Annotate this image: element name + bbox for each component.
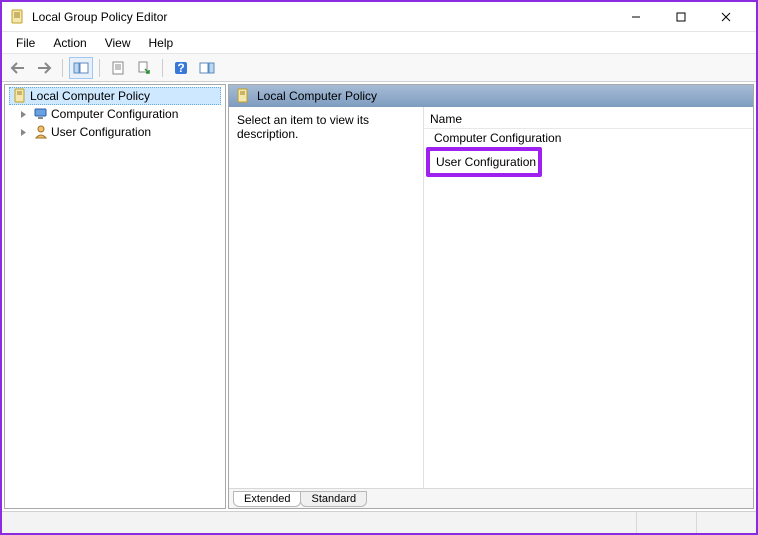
svg-text:?: ? — [177, 61, 184, 75]
toolbar-separator — [62, 59, 63, 77]
window-title: Local Group Policy Editor — [32, 10, 167, 24]
title-bar: Local Group Policy Editor — [2, 2, 756, 32]
user-icon — [33, 124, 49, 140]
tree-node-label: User Configuration — [51, 125, 151, 139]
window-controls — [613, 3, 748, 31]
app-icon — [10, 9, 26, 25]
menu-bar: File Action View Help — [2, 32, 756, 54]
expand-icon[interactable] — [19, 128, 31, 137]
forward-button[interactable] — [32, 57, 56, 79]
app-window: Local Group Policy Editor File Action Vi… — [0, 0, 758, 535]
annotation-highlight: User Configuration — [426, 147, 542, 177]
list-header[interactable]: Name — [424, 109, 753, 129]
toolbar-separator — [162, 59, 163, 77]
properties-button[interactable] — [106, 57, 130, 79]
console-tree[interactable]: Local Computer Policy Computer Configura… — [4, 84, 226, 509]
list-item-user-configuration[interactable]: User Configuration — [432, 153, 536, 171]
minimize-button[interactable] — [613, 3, 658, 31]
back-button[interactable] — [6, 57, 30, 79]
expand-icon[interactable] — [19, 110, 31, 119]
close-button[interactable] — [703, 3, 748, 31]
details-pane: Local Computer Policy Select an item to … — [228, 84, 754, 509]
maximize-button[interactable] — [658, 3, 703, 31]
document-icon — [235, 88, 251, 104]
details-body: Select an item to view its description. … — [229, 107, 753, 488]
status-segment — [696, 512, 756, 533]
toolbar: ? — [2, 54, 756, 82]
tree-node-root[interactable]: Local Computer Policy — [9, 87, 221, 105]
description-column: Select an item to view its description. — [229, 107, 424, 488]
menu-view[interactable]: View — [97, 34, 139, 52]
list-item-label: User Configuration — [436, 155, 536, 169]
details-header: Local Computer Policy — [229, 85, 753, 107]
list-item-label: Computer Configuration — [434, 131, 561, 145]
show-hide-action-pane-button[interactable] — [195, 57, 219, 79]
toolbar-separator — [99, 59, 100, 77]
description-prompt: Select an item to view its description. — [237, 113, 369, 141]
menu-help[interactable]: Help — [141, 34, 182, 52]
computer-icon — [33, 106, 49, 122]
status-segment — [636, 512, 696, 533]
content-area: Local Computer Policy Computer Configura… — [2, 82, 756, 511]
status-text — [2, 512, 636, 533]
menu-action[interactable]: Action — [45, 34, 94, 52]
tree-node-computer-configuration[interactable]: Computer Configuration — [5, 105, 225, 123]
show-hide-console-tree-button[interactable] — [69, 57, 93, 79]
list-column: Name Computer Configuration — [424, 107, 753, 488]
document-icon — [12, 88, 28, 104]
tab-standard[interactable]: Standard — [300, 491, 367, 507]
help-button[interactable]: ? — [169, 57, 193, 79]
tree-node-label: Local Computer Policy — [30, 89, 150, 103]
details-tabs: Extended Standard — [229, 488, 753, 508]
status-bar — [2, 511, 756, 533]
tab-extended[interactable]: Extended — [233, 491, 301, 507]
export-list-button[interactable] — [132, 57, 156, 79]
list-item-computer-configuration[interactable]: Computer Configuration — [424, 129, 753, 147]
menu-file[interactable]: File — [8, 34, 43, 52]
tree-node-user-configuration[interactable]: User Configuration — [5, 123, 225, 141]
tree-node-label: Computer Configuration — [51, 107, 178, 121]
column-header-name[interactable]: Name — [430, 112, 630, 126]
details-header-title: Local Computer Policy — [257, 89, 377, 103]
